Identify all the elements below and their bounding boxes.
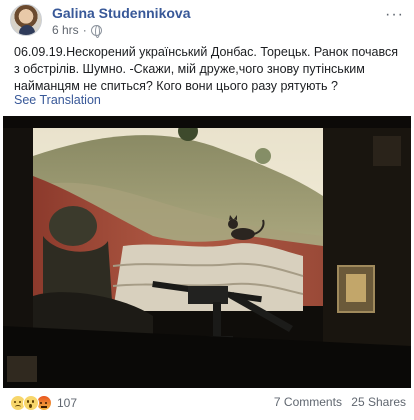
more-options-icon[interactable]: ··· bbox=[385, 6, 404, 24]
post-time[interactable]: 6 hrs bbox=[52, 23, 79, 37]
globe-icon[interactable] bbox=[90, 24, 102, 38]
post-header: Galina Studennikova 6 hrs · ··· bbox=[10, 4, 404, 38]
post-meta: 6 hrs · bbox=[52, 23, 102, 38]
photo-illustration bbox=[3, 116, 411, 388]
reaction-count[interactable]: 107 bbox=[57, 396, 77, 410]
author-avatar[interactable] bbox=[10, 4, 42, 36]
see-translation-link[interactable]: See Translation bbox=[14, 93, 101, 107]
comments-count-link[interactable]: 7 Comments bbox=[274, 395, 342, 409]
meta-separator: · bbox=[82, 23, 87, 37]
author-name[interactable]: Galina Studennikova bbox=[52, 5, 190, 21]
shares-count-link[interactable]: 25 Shares bbox=[351, 395, 406, 409]
post-footer: 107 7 Comments 25 Shares bbox=[10, 394, 406, 414]
post-photo[interactable] bbox=[3, 116, 411, 388]
facebook-post: Galina Studennikova 6 hrs · ··· 06.09.19… bbox=[0, 0, 414, 420]
post-text: 06.09.19.Нескорений український Донбас. … bbox=[14, 45, 399, 93]
wow-reaction-icon bbox=[23, 395, 39, 411]
engagement-counts: 7 Comments 25 Shares bbox=[274, 395, 406, 409]
reactions-summary[interactable]: 107 bbox=[10, 395, 77, 411]
